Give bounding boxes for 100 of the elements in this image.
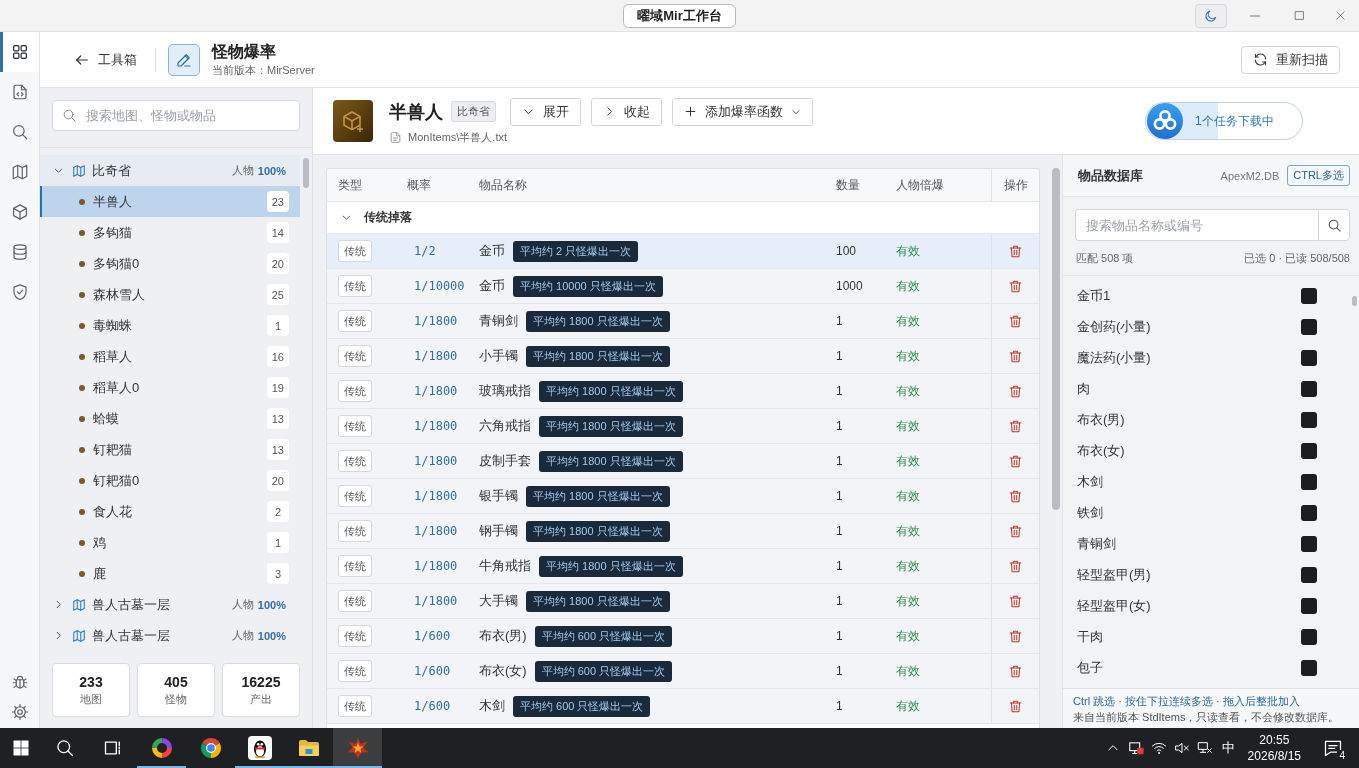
monster-item[interactable]: 钉耙猫0 20: [40, 465, 300, 496]
map-group-row[interactable]: 兽人古墓一层 人物 100%: [40, 589, 300, 620]
clock-button[interactable]: 20:55 2026/8/15: [1239, 728, 1309, 768]
item-count: 3: [267, 563, 289, 584]
search-icon: [1326, 217, 1342, 233]
search-button[interactable]: [1318, 209, 1350, 241]
notifications-button[interactable]: 4: [1313, 728, 1353, 768]
bug-icon: [10, 673, 29, 691]
type-tag: 传统: [338, 485, 372, 507]
version-label: 当前版本：MirServer: [212, 63, 315, 77]
edit-button[interactable]: [168, 43, 200, 76]
quantity: 1: [836, 629, 843, 643]
rate-value: 100%: [257, 598, 286, 611]
monster-item[interactable]: 稻草人0 19: [40, 372, 300, 403]
type-tag: 传统: [338, 450, 372, 472]
item-list-row[interactable]: 金创药(小量): [1063, 311, 1352, 342]
add-function-button[interactable]: 添加爆率函数: [672, 97, 813, 126]
nav-tab[interactable]: [0, 32, 39, 72]
item-list-row[interactable]: 布衣(女): [1063, 435, 1352, 466]
search-field[interactable]: 搜索地图、怪物或物品: [52, 100, 300, 131]
table-row[interactable]: 传统 1/1800 青铜剑 平均约 1800 只怪爆出一次 1 有效: [327, 304, 1039, 339]
item-list-row[interactable]: 包子: [1063, 652, 1352, 683]
download-progress-pill[interactable]: 1个任务下载中: [1145, 102, 1303, 140]
item-list-row[interactable]: 布衣(男): [1063, 404, 1352, 435]
monster-item[interactable]: 鹿 3: [40, 558, 300, 589]
input-method-button[interactable]: 中: [1216, 728, 1240, 768]
monster-item[interactable]: 多钩猫 14: [40, 217, 300, 248]
monster-item[interactable]: 蛤蟆 13: [40, 403, 300, 434]
item-list-row[interactable]: 青铜剑: [1063, 528, 1352, 559]
table-row[interactable]: 传统 1/1800 六角戒指 平均约 1800 只怪爆出一次 1 有效: [327, 409, 1039, 444]
scrollbar-thumb[interactable]: [1052, 168, 1060, 510]
drop-hint-tag: 平均约 1800 只怪爆出一次: [539, 380, 683, 402]
back-button[interactable]: 工具箱: [70, 46, 141, 73]
drop-rate: 1/1800: [414, 454, 458, 468]
table-row[interactable]: 传统 1/1800 牛角戒指 平均约 1800 只怪爆出一次 1 有效: [327, 549, 1039, 584]
monster-item[interactable]: 多钩猫0 20: [40, 248, 300, 279]
status-text: 有效: [896, 312, 920, 330]
table-row[interactable]: 传统 1/1800 大手镯 平均约 1800 只怪爆出一次 1 有效: [327, 584, 1039, 619]
table-row[interactable]: 传统 1/600 木剑 平均约 600 只怪爆出一次 1 有效: [327, 689, 1039, 724]
table-row[interactable]: 传统 1/1800 玻璃戒指 平均约 1800 只怪爆出一次 1 有效: [327, 374, 1039, 409]
drop-hint-tag: 平均约 1800 只怪爆出一次: [526, 520, 670, 542]
search-icon: [10, 123, 29, 141]
table-row[interactable]: 传统 1/1800 皮制手套 平均约 1800 只怪爆出一次 1 有效: [327, 444, 1039, 479]
map-group-row[interactable]: 比奇省 人物 100%: [40, 155, 300, 186]
table-row[interactable]: 传统 1/10000 金币 平均约 10000 只怪爆出一次 1000 有效: [327, 269, 1039, 304]
multi-select-button[interactable]: CTRL多选: [1287, 165, 1350, 186]
stat-value: 16225: [241, 673, 281, 690]
table-row[interactable]: 传统 1/2 金币 平均约 2 只怪爆出一次 100 有效: [327, 234, 1039, 269]
item-list-row[interactable]: 铁剑: [1063, 497, 1352, 528]
item-name: 钢手镯: [479, 522, 518, 540]
monster-item[interactable]: 森林雪人 25: [40, 279, 300, 310]
monster-item[interactable]: 半兽人 23: [40, 186, 300, 217]
status-text: 有效: [896, 452, 920, 470]
item-list-row[interactable]: 干肉: [1063, 621, 1352, 652]
stat-value: 233: [79, 673, 103, 690]
scrollbar-thumb[interactable]: [303, 158, 309, 188]
quantity: 1: [836, 454, 843, 468]
item-thumbnail-icon: [1301, 504, 1317, 521]
item-list-row[interactable]: 轻型盔甲(男): [1063, 559, 1352, 590]
search-field[interactable]: 搜索物品名称或编号: [1075, 209, 1318, 241]
trash-icon: [1008, 243, 1023, 259]
map-group-row[interactable]: 兽人古墓一层 人物 100%: [40, 620, 300, 651]
item-list-row[interactable]: 魔法药(小量): [1063, 342, 1352, 373]
monster-item[interactable]: 稻草人 16: [40, 341, 300, 372]
item-list-row[interactable]: 轻型盔甲(女): [1063, 590, 1352, 621]
monster-item[interactable]: 食人花 2: [40, 496, 300, 527]
color-ring-icon: [149, 736, 174, 760]
item-name: 六角戒指: [479, 417, 531, 435]
monster-item[interactable]: 钉耙猫 13: [40, 434, 300, 465]
item-count: 14: [266, 222, 289, 243]
table-row[interactable]: 传统 1/1800 钢手镯 平均约 1800 只怪爆出一次 1 有效: [327, 514, 1039, 549]
drop-rate: 1/1800: [414, 594, 458, 608]
rescan-button[interactable]: 重新扫描: [1241, 45, 1340, 74]
scrollbar-thumb[interactable]: [1352, 296, 1357, 306]
table-row[interactable]: 传统 1/600 布衣(女) 平均约 600 只怪爆出一次 1 有效: [327, 654, 1039, 689]
theme-toggle-button[interactable]: [1195, 3, 1227, 28]
item-count: 1: [267, 315, 289, 336]
monster-item[interactable]: 毒蜘蛛 1: [40, 310, 300, 341]
item-list-row[interactable]: 木剑: [1063, 466, 1352, 497]
search-icon: [55, 738, 75, 758]
expand-button[interactable]: 展开: [510, 97, 581, 126]
monster-item[interactable]: 鸡 1: [40, 527, 300, 558]
item-list-row[interactable]: 肉: [1063, 373, 1352, 404]
monster-box-icon: [333, 100, 373, 142]
table-row[interactable]: 传统 1/600 布衣(男) 平均约 600 只怪爆出一次 1 有效: [327, 619, 1039, 654]
drop-rate: 1/1800: [414, 489, 458, 503]
item-thumbnail-icon: [1301, 442, 1317, 459]
table-row[interactable]: 传统 1/1800 小手镯 平均约 1800 只怪爆出一次 1 有效: [327, 339, 1039, 374]
map-icon: [72, 163, 86, 178]
message-icon: [1323, 738, 1343, 758]
drop-hint-tag: 平均约 600 只怪爆出一次: [513, 695, 651, 717]
item-list-row[interactable]: 金币1: [1063, 280, 1352, 311]
drop-rate: 1/600: [414, 629, 451, 643]
item-name: 布衣(男): [479, 627, 527, 645]
drop-hint-tag: 平均约 1800 只怪爆出一次: [526, 310, 670, 332]
type-tag: 传统: [338, 625, 372, 647]
table-row[interactable]: 传统 1/1800 银手镯 平均约 1800 只怪爆出一次 1 有效: [327, 479, 1039, 514]
item-count: 2: [267, 501, 289, 522]
collapse-button[interactable]: 收起: [591, 97, 662, 126]
item-thumbnail-icon: [1301, 628, 1317, 645]
